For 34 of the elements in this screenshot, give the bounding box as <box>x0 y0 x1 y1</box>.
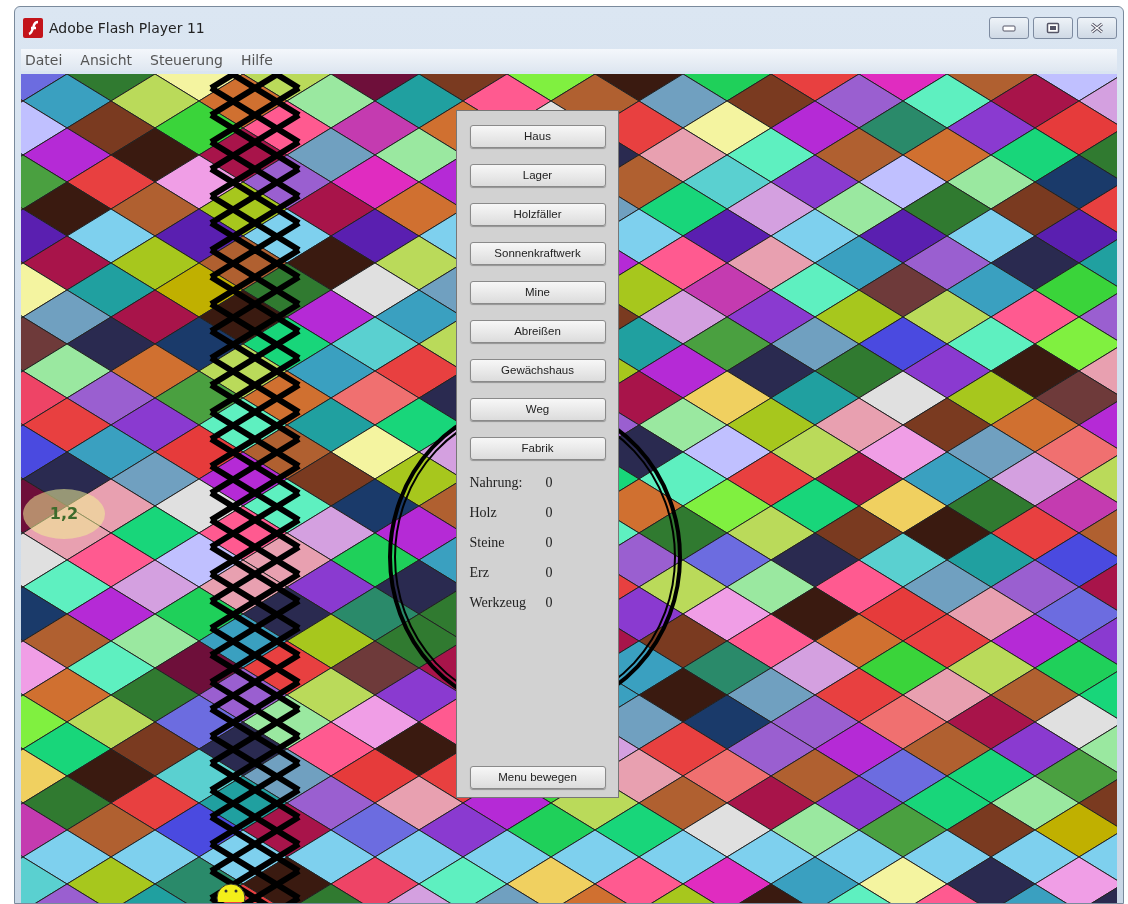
coordinate-label: 1,2 <box>23 489 105 539</box>
resource-label: Nahrung: <box>469 474 524 492</box>
build-button[interactable]: Abreißen <box>469 320 606 343</box>
menu-item[interactable]: Hilfe <box>240 49 273 71</box>
move-menu-button[interactable]: Menu bewegen <box>469 766 606 789</box>
build-button[interactable]: Fabrik <box>469 437 606 460</box>
minimize-button[interactable] <box>989 17 1029 39</box>
build-button[interactable]: Weg <box>469 398 606 421</box>
app-icon <box>23 18 43 38</box>
build-button[interactable]: Lager <box>469 164 606 187</box>
menu-item[interactable]: Datei <box>25 49 63 71</box>
resource-value: 0 <box>545 504 553 522</box>
close-icon <box>1089 22 1105 34</box>
resource-label: Steine <box>469 534 506 552</box>
build-button[interactable]: Holzfäller <box>469 203 606 226</box>
resource-value: 0 <box>545 564 553 582</box>
build-button[interactable]: Gewächshaus <box>469 359 606 382</box>
resource-value: 0 <box>545 534 553 552</box>
resource-label: Erz <box>469 564 490 582</box>
resource-label: Holz <box>469 504 498 522</box>
build-button[interactable]: Sonnenkraftwerk <box>469 242 606 265</box>
menu-item[interactable]: Steuerung <box>150 49 223 71</box>
build-button[interactable]: Mine <box>469 281 606 304</box>
menu-item[interactable]: Ansicht <box>80 49 133 71</box>
maximize-icon <box>1046 22 1060 34</box>
window-title: Adobe Flash Player 11 <box>49 18 205 38</box>
resource-value: 0 <box>545 474 553 492</box>
build-button[interactable]: Haus <box>469 125 606 148</box>
close-button[interactable] <box>1077 17 1117 39</box>
resource-value: 0 <box>545 594 553 612</box>
resource-label: Werkzeug <box>469 594 527 612</box>
minimize-icon <box>1002 24 1016 32</box>
maximize-button[interactable] <box>1033 17 1073 39</box>
smiley-icon <box>216 882 246 902</box>
